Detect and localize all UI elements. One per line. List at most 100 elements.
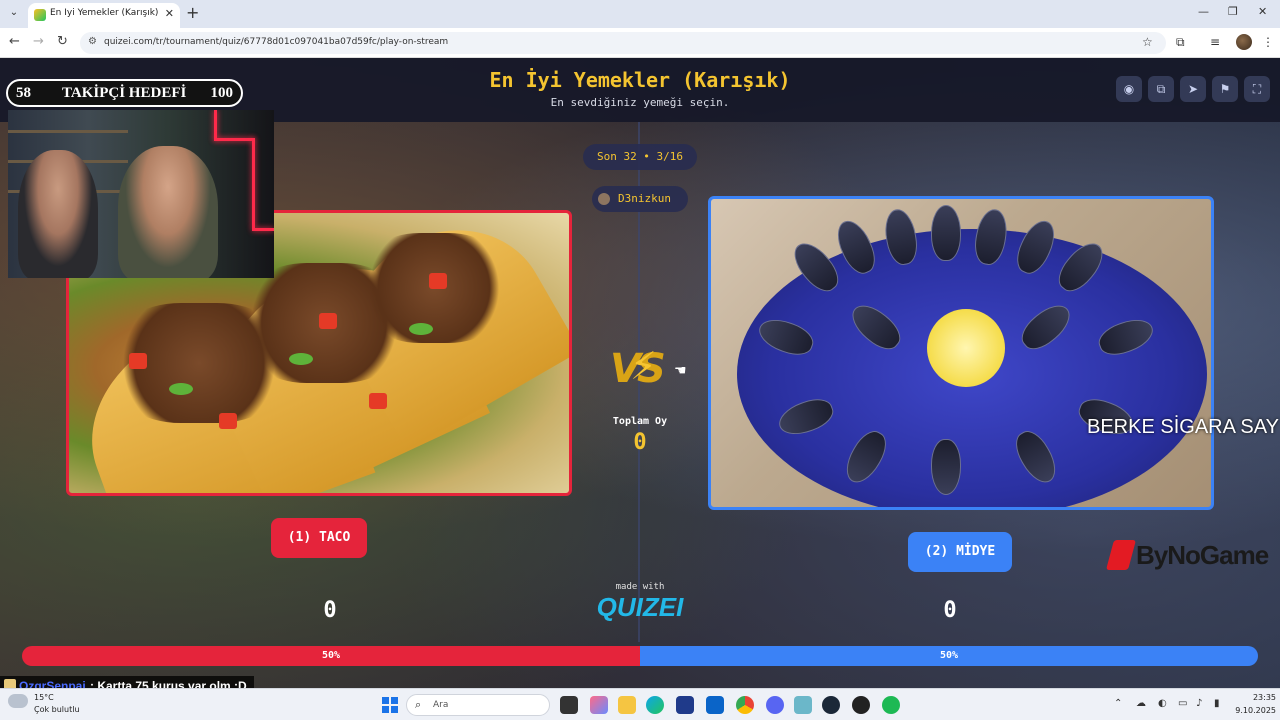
tray-chevron-icon[interactable]: ⌃: [1114, 698, 1122, 709]
clock-time[interactable]: 23:35: [1236, 693, 1276, 702]
tomato: [319, 313, 337, 329]
chrome-icon[interactable]: [736, 696, 754, 714]
file-explorer-icon[interactable]: [618, 696, 636, 714]
tomato: [369, 393, 387, 409]
lemon: [927, 309, 1005, 387]
quizei-logo[interactable]: QUIZEI: [590, 592, 690, 623]
search-placeholder: Ara: [433, 700, 449, 710]
url-text[interactable]: quizei.com/tr/tournament/quiz/67778d01c0…: [104, 37, 448, 47]
display-icon[interactable]: ▭: [1178, 698, 1187, 709]
weather-temp: 15°C: [34, 693, 54, 702]
weather-desc: Çok bulutlu: [34, 705, 80, 714]
taskbar-search[interactable]: ⌕ Ara: [406, 694, 550, 716]
led-strip: [252, 228, 274, 231]
browser-tabbar: ⌄ En İyi Yemekler (Karışık) - Quizei ✕ +…: [0, 0, 1280, 28]
user-name: D3nizkun: [618, 192, 671, 205]
midye-score: 0: [943, 598, 957, 623]
address-bar[interactable]: ⚙ quizei.com/tr/tournament/quiz/67778d01…: [80, 32, 1166, 54]
follower-goal-widget: 58 TAKİPÇİ HEDEFİ 100: [6, 79, 243, 107]
follower-goal-max: 100: [210, 85, 234, 101]
led-strip: [214, 110, 217, 140]
tab-search-icon[interactable]: ⌄: [6, 5, 22, 21]
taco-percent-bar: 50%: [22, 646, 640, 666]
lettuce: [289, 353, 313, 365]
discord-icon[interactable]: [766, 696, 784, 714]
lightning-icon: ⚡: [630, 344, 657, 388]
made-with-label: made with: [615, 582, 665, 592]
webcam-feed: [8, 110, 274, 278]
stream-overlay-text: BERKE SİGARA SAY: [1087, 416, 1279, 438]
clock-date[interactable]: 9.10.2025: [1226, 706, 1276, 715]
profile-avatar[interactable]: [1236, 34, 1252, 50]
tomato: [219, 413, 237, 429]
sponsor-name: ByNoGame: [1136, 540, 1269, 570]
spotify-icon[interactable]: [882, 696, 900, 714]
tray-app-icon[interactable]: ☁: [1136, 698, 1146, 709]
lettuce: [409, 323, 433, 335]
tomato: [429, 273, 447, 289]
forward-icon[interactable]: →: [33, 34, 44, 49]
tomato: [129, 353, 147, 369]
round-indicator: Son 32 • 3/16: [583, 144, 697, 170]
edge-icon[interactable]: [646, 696, 664, 714]
streamer-left: [18, 150, 98, 278]
app-icon[interactable]: [794, 696, 812, 714]
follower-current: 58: [16, 85, 31, 101]
store-icon[interactable]: [676, 696, 694, 714]
media-icon[interactable]: ≡: [1210, 35, 1220, 49]
led-strip: [252, 138, 255, 228]
led-strip: [214, 138, 254, 141]
fullscreen-icon[interactable]: ⛶: [1244, 76, 1270, 102]
mussel: [931, 205, 961, 261]
shelf: [8, 130, 128, 133]
vote-taco-button[interactable]: (1) TACO: [271, 518, 367, 558]
restore-icon[interactable]: ❐: [1228, 5, 1238, 18]
site-info-icon[interactable]: ⚙: [88, 36, 97, 47]
bookmark-star-icon[interactable]: ☆: [1142, 35, 1153, 49]
windows-taskbar: 15°C Çok bulutlu ⌕ Ara ⌃ ☁ ◐ ▭ ♪ ▮ 23:35…: [0, 688, 1280, 720]
share-icon[interactable]: ➤: [1180, 76, 1206, 102]
midye-percent-bar: 50%: [640, 646, 1258, 666]
volume-icon[interactable]: ♪: [1196, 698, 1202, 709]
streamer-right: [118, 146, 218, 278]
reload-icon[interactable]: ↻: [57, 34, 68, 49]
back-icon[interactable]: ←: [9, 34, 20, 49]
obs-icon[interactable]: [852, 696, 870, 714]
menu-icon[interactable]: ⋮: [1262, 35, 1274, 49]
extensions-icon[interactable]: ⧉: [1176, 35, 1185, 50]
bynogame-mark-icon: [1105, 540, 1137, 570]
wifi-icon[interactable]: ◐: [1158, 698, 1167, 709]
sponsor-logo: ByNoGame: [1105, 538, 1280, 574]
window-close-icon[interactable]: ✕: [1258, 5, 1267, 18]
new-tab-icon[interactable]: +: [186, 3, 199, 22]
search-icon: ⌕: [415, 698, 422, 711]
tab-close-icon[interactable]: ✕: [165, 7, 174, 20]
option-card-midye[interactable]: [708, 196, 1214, 510]
start-icon[interactable]: [382, 697, 398, 713]
user-avatar: [598, 193, 610, 205]
follower-goal-label: TAKİPÇİ HEDEFİ: [62, 85, 187, 101]
vote-midye-button[interactable]: (2) MİDYE: [908, 532, 1012, 572]
minimize-icon[interactable]: —: [1198, 5, 1209, 18]
total-votes-label: Toplam Oy: [612, 416, 668, 427]
tab-favicon-icon: [34, 9, 46, 21]
mouse-cursor-icon: ☚: [674, 363, 687, 379]
copilot-icon[interactable]: [590, 696, 608, 714]
steam-icon[interactable]: [822, 696, 840, 714]
taco-score: 0: [323, 598, 337, 623]
mussel: [931, 439, 961, 495]
task-view-icon[interactable]: [560, 696, 578, 714]
browser-toolbar: ← → ↻ ⚙ quizei.com/tr/tournament/quiz/67…: [0, 28, 1280, 58]
copy-icon[interactable]: ⧉: [1148, 76, 1174, 102]
lettuce: [169, 383, 193, 395]
total-votes-value: 0: [633, 430, 647, 455]
vs-badge: VS ⚡: [606, 344, 670, 398]
battery-icon[interactable]: ▮: [1214, 698, 1220, 709]
outlook-icon[interactable]: [706, 696, 724, 714]
weather-cloud-icon[interactable]: [8, 694, 28, 708]
vote-percentage-bar: 50% 50%: [22, 646, 1258, 666]
flag-icon[interactable]: ⚑: [1212, 76, 1238, 102]
eye-icon[interactable]: ◉: [1116, 76, 1142, 102]
browser-tab-active[interactable]: En İyi Yemekler (Karışık) - Quizei ✕: [28, 3, 180, 28]
user-badge: D3nizkun: [592, 186, 688, 212]
